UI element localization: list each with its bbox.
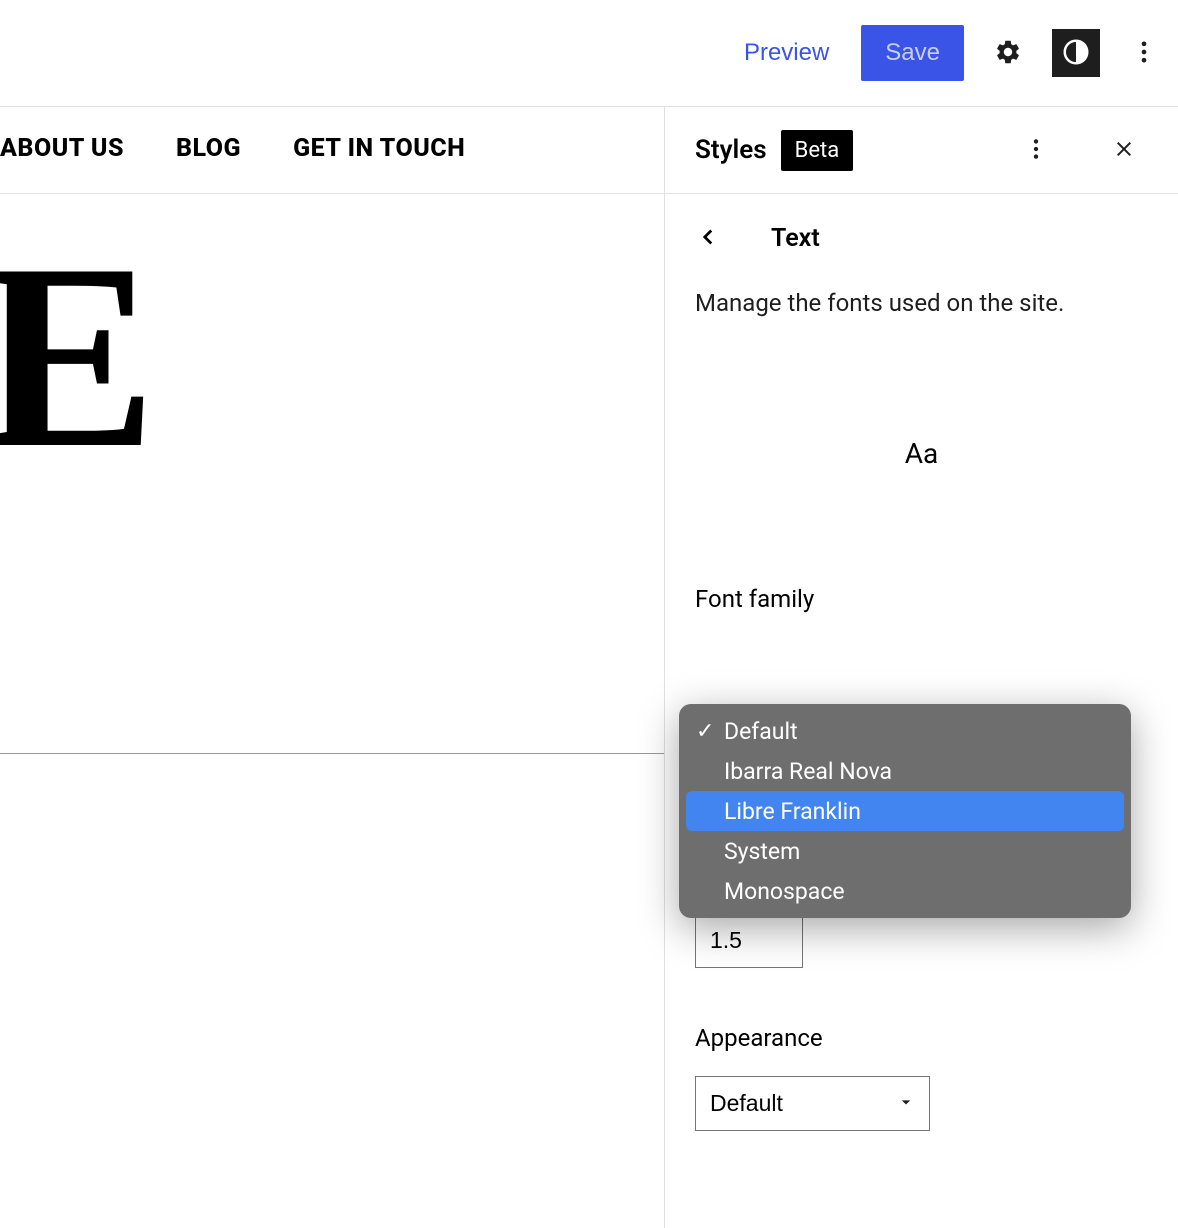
- appearance-section: Appearance: [695, 1024, 1148, 1131]
- nav-item-contact[interactable]: GET IN TOUCH: [293, 134, 465, 163]
- settings-button[interactable]: [984, 29, 1032, 77]
- chevron-left-icon: [695, 238, 721, 253]
- nav-item-about[interactable]: ABOUT US: [0, 134, 124, 163]
- topbar: Preview Save: [0, 0, 1178, 107]
- gear-icon: [994, 38, 1022, 69]
- appearance-select[interactable]: [695, 1076, 930, 1131]
- back-button[interactable]: [695, 224, 721, 253]
- main-area: ABOUT US BLOG GET IN TOUCH E Styles Beta: [0, 107, 1178, 1228]
- close-icon: [1112, 137, 1136, 164]
- font-family-dropdown[interactable]: ✓ Default Ibarra Real Nova Libre Frankli…: [679, 704, 1131, 918]
- font-option-monospace[interactable]: Monospace: [686, 871, 1124, 911]
- sidebar-header: Styles Beta: [665, 107, 1178, 194]
- appearance-select-wrap: [695, 1076, 930, 1131]
- sidebar-body: Text Manage the fonts used on the site. …: [665, 194, 1178, 1228]
- nav-items: ABOUT US BLOG GET IN TOUCH: [0, 134, 465, 163]
- font-option-label: Libre Franklin: [724, 798, 861, 825]
- panel-description: Manage the fonts used on the site.: [695, 289, 1148, 317]
- styles-toggle-button[interactable]: [1052, 29, 1100, 77]
- more-options-button[interactable]: [1120, 29, 1168, 77]
- site-title-fragment: E: [0, 224, 157, 489]
- font-preview: Aa: [695, 437, 1148, 470]
- line-height-input[interactable]: [695, 913, 803, 968]
- font-option-label: Default: [724, 718, 798, 745]
- canvas-nav: ABOUT US BLOG GET IN TOUCH: [0, 107, 664, 194]
- canvas-content: E: [0, 194, 664, 754]
- preview-button[interactable]: Preview: [732, 31, 841, 75]
- save-button[interactable]: Save: [861, 25, 964, 81]
- panel-nav: Text: [695, 224, 1148, 253]
- more-vertical-icon: [1023, 136, 1049, 165]
- panel-title: Text: [771, 224, 820, 253]
- sidebar-header-actions: [1012, 126, 1148, 174]
- nav-item-blog[interactable]: BLOG: [176, 134, 241, 163]
- beta-badge: Beta: [781, 130, 854, 171]
- font-option-label: Ibarra Real Nova: [724, 758, 892, 785]
- styles-more-button[interactable]: [1012, 126, 1060, 174]
- appearance-label: Appearance: [695, 1024, 1148, 1052]
- styles-title: Styles: [695, 135, 767, 165]
- font-option-libre-franklin[interactable]: Libre Franklin: [686, 791, 1124, 831]
- font-family-label: Font family: [695, 585, 1148, 613]
- font-option-ibarra[interactable]: Ibarra Real Nova: [686, 751, 1124, 791]
- more-vertical-icon: [1130, 38, 1158, 69]
- font-option-system[interactable]: System: [686, 831, 1124, 871]
- font-option-label: Monospace: [724, 878, 845, 905]
- font-option-default[interactable]: ✓ Default: [686, 711, 1124, 751]
- font-option-label: System: [724, 838, 800, 865]
- contrast-icon: [1061, 37, 1091, 70]
- styles-sidebar: Styles Beta: [665, 107, 1178, 1228]
- canvas: ABOUT US BLOG GET IN TOUCH E: [0, 107, 665, 1228]
- close-sidebar-button[interactable]: [1100, 126, 1148, 174]
- check-icon: ✓: [696, 719, 714, 744]
